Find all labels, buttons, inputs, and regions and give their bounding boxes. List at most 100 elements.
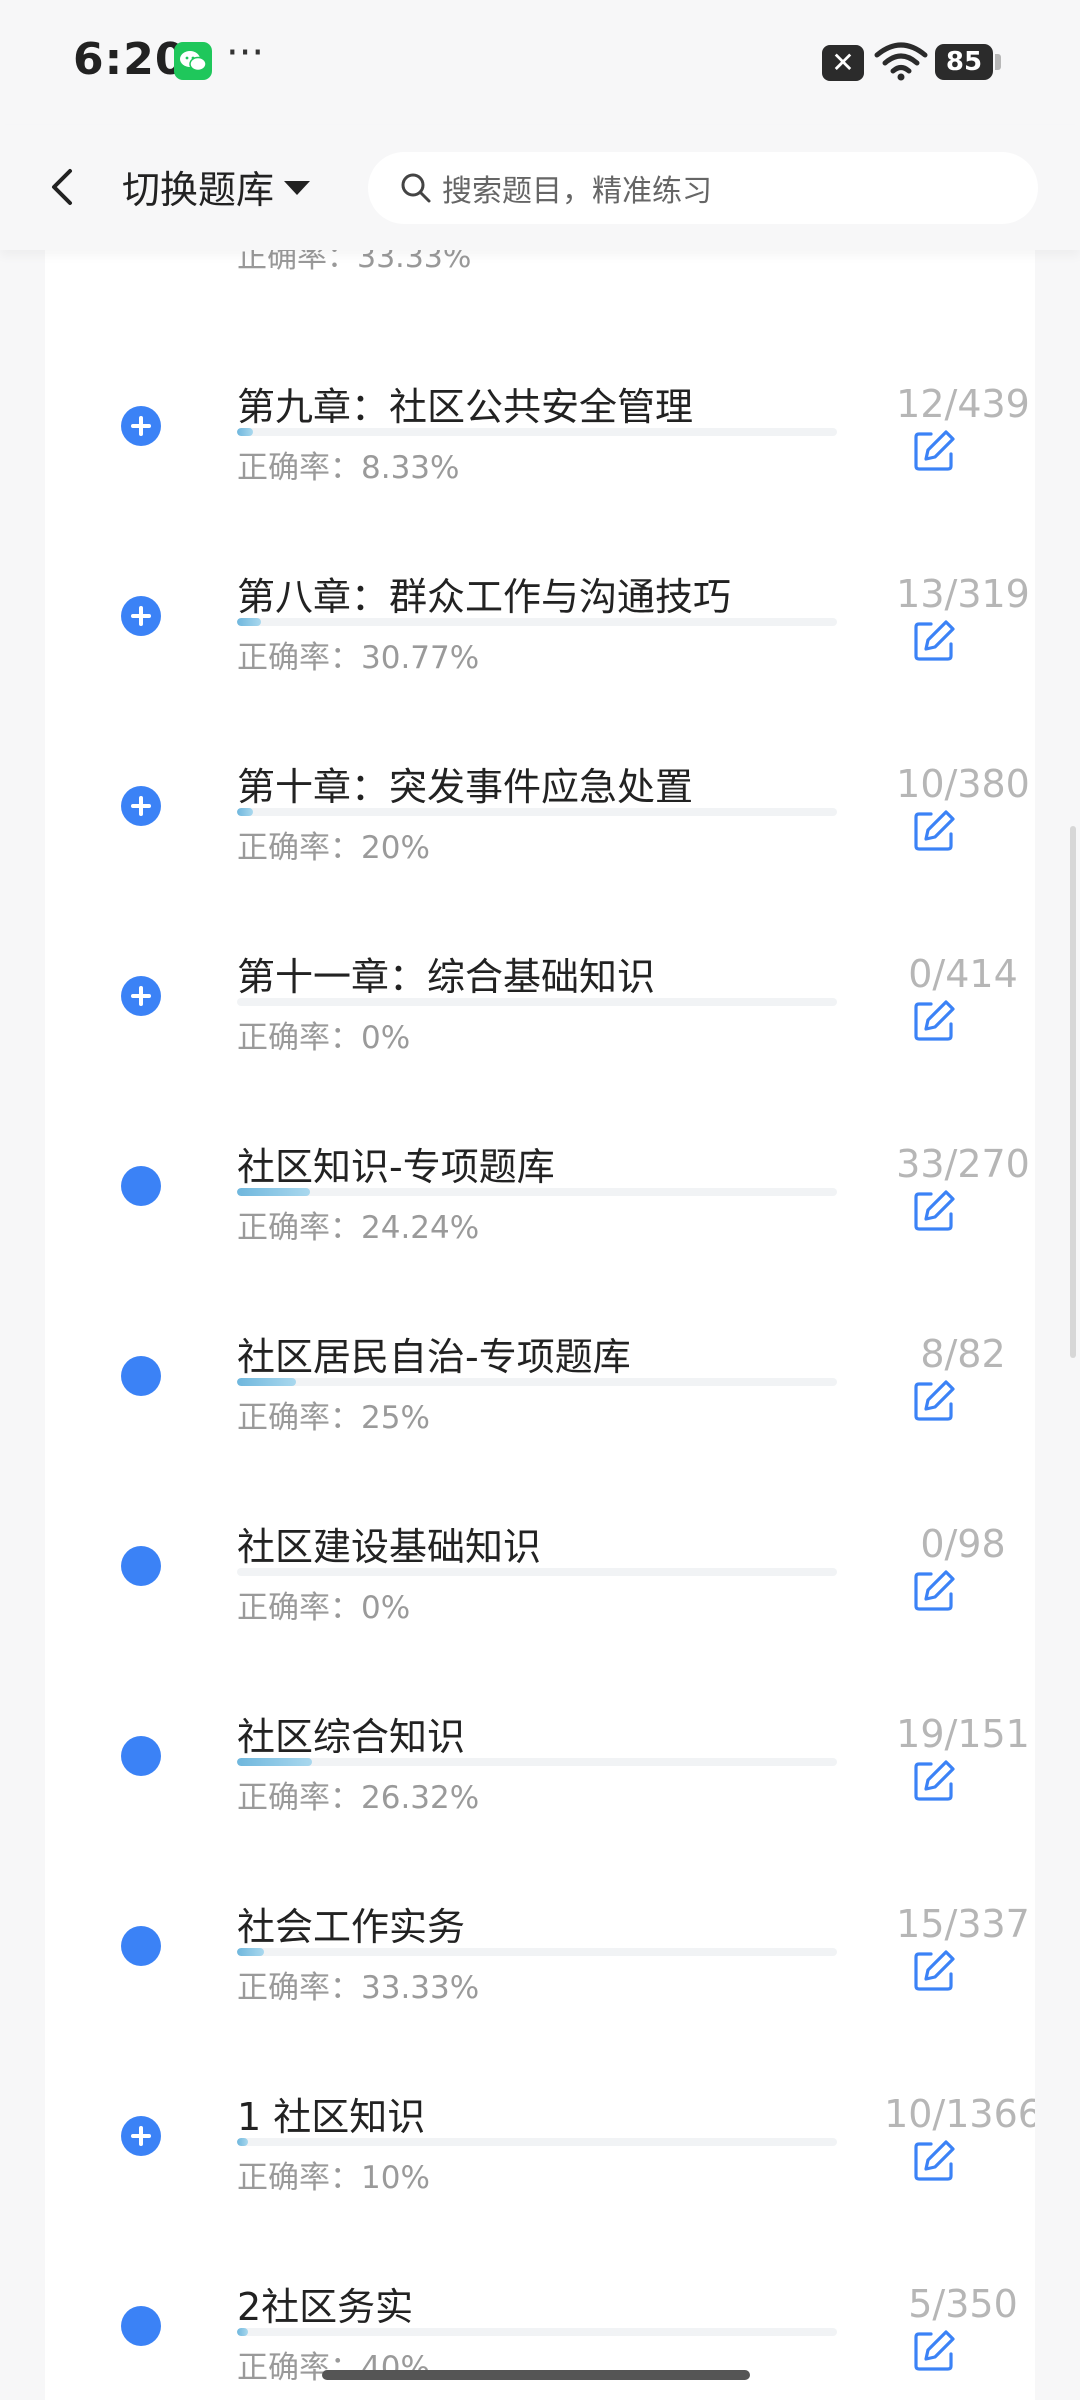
- switch-bank-label: 切换题库: [122, 167, 275, 212]
- progress-count: 10/1366: [884, 2092, 1035, 2136]
- progress-bar: [237, 618, 837, 626]
- accuracy-rate: 正确率：20%: [237, 830, 430, 866]
- progress-bar: [237, 1188, 837, 1196]
- list-item[interactable]: 第十章：突发事件应急处置正确率：20% 10/380: [45, 710, 1035, 900]
- item-title: 1 社区知识: [237, 2095, 426, 2139]
- battery-tip: [995, 54, 1001, 70]
- dot-icon: [121, 1356, 161, 1396]
- progress-bar: [237, 1568, 837, 1576]
- edit-icon[interactable]: [911, 998, 957, 1044]
- list-item[interactable]: 社区综合知识正确率：26.32% 19/151: [45, 1660, 1035, 1850]
- progress-count: 0/414: [908, 952, 1018, 996]
- expand-plus-icon[interactable]: [121, 786, 161, 826]
- search-input[interactable]: 搜索题目，精准练习: [368, 152, 1038, 224]
- item-title: 社会工作实务: [237, 1905, 466, 1949]
- progress-count: 15/337: [896, 1902, 1030, 1946]
- edit-icon[interactable]: [911, 618, 957, 664]
- progress-fill: [237, 428, 254, 436]
- accuracy-rate: 正确率：26.32%: [237, 1780, 480, 1816]
- edit-icon[interactable]: [911, 1758, 957, 1804]
- list-item[interactable]: 社区居民自治-专项题库正确率：25% 8/82: [45, 1280, 1035, 1470]
- back-button[interactable]: [40, 163, 88, 211]
- progress-fill: [237, 808, 253, 816]
- accuracy-rate: 正确率：10%: [237, 2160, 430, 2196]
- edit-icon[interactable]: [911, 428, 957, 474]
- status-time: 6:20: [73, 34, 187, 85]
- accuracy-rate: 正确率：40%: [237, 2350, 430, 2386]
- dot-icon: [121, 1546, 161, 1586]
- item-title: 社区建设基础知识: [237, 1525, 542, 1569]
- progress-fill: [237, 1948, 264, 1956]
- progress-bar: [237, 808, 837, 816]
- expand-plus-icon[interactable]: [121, 2116, 161, 2156]
- progress-count: 19/151: [896, 1712, 1030, 1756]
- edit-icon[interactable]: [911, 1188, 957, 1234]
- list-item[interactable]: 社会工作实务正确率：33.33% 15/337: [45, 1850, 1035, 2040]
- list-item[interactable]: 1 社区知识正确率：10% 10/1366: [45, 2040, 1035, 2230]
- item-title: 第十章：突发事件应急处置: [237, 765, 694, 809]
- progress-fill: [237, 618, 262, 626]
- edit-icon[interactable]: [911, 2138, 957, 2184]
- accuracy-rate: 正确率：25%: [237, 1400, 430, 1436]
- progress-count: 8/82: [920, 1332, 1006, 1376]
- progress-count: 12/439: [896, 382, 1030, 426]
- expand-plus-icon[interactable]: [121, 406, 161, 446]
- progress-fill: [237, 2328, 248, 2336]
- progress-bar: [237, 428, 837, 436]
- edit-icon[interactable]: [911, 1568, 957, 1614]
- top-nav: 切换题库 搜索题目，精准练习: [0, 125, 1080, 250]
- item-title: 社区居民自治-专项题库: [237, 1335, 631, 1379]
- item-title: 社区综合知识: [237, 1715, 466, 1759]
- edit-icon[interactable]: [911, 808, 957, 854]
- expand-plus-icon[interactable]: [121, 976, 161, 1016]
- accuracy-rate: 正确率：8.33%: [237, 450, 460, 486]
- progress-count: 0/98: [920, 1522, 1006, 1566]
- item-title: 2社区务实: [237, 2285, 414, 2329]
- item-title: 第八章：群众工作与沟通技巧: [237, 575, 732, 619]
- expand-plus-icon[interactable]: [121, 596, 161, 636]
- progress-bar: [237, 2328, 837, 2336]
- edit-icon[interactable]: [911, 2328, 957, 2374]
- list-item[interactable]: 第九章：社区公共安全管理 正确率：8.33% 12/439: [45, 330, 1035, 520]
- scrollbar[interactable]: [1070, 826, 1076, 1358]
- dot-icon: [121, 1926, 161, 1966]
- item-title: 社区知识-专项题库: [237, 1145, 555, 1189]
- notification-x-icon: ✕: [822, 45, 864, 81]
- switch-bank-button[interactable]: 切换题库: [122, 158, 311, 214]
- accuracy-rate: 正确率：30.77%: [237, 640, 480, 676]
- accuracy-rate: 正确率：33.33%: [237, 1970, 480, 2006]
- more-notifications-icon: ···: [226, 30, 265, 76]
- accuracy-rate: 正确率：0%: [237, 1590, 411, 1626]
- progress-fill: [237, 1188, 311, 1196]
- progress-count: 33/270: [896, 1142, 1030, 1186]
- edit-icon[interactable]: [911, 1948, 957, 1994]
- accuracy-rate: 正确率：24.24%: [237, 1210, 480, 1246]
- progress-bar: [237, 998, 837, 1006]
- chevron-left-icon: [52, 169, 72, 205]
- caret-down-icon: [284, 181, 311, 195]
- progress-count: 10/380: [896, 762, 1030, 806]
- list-item[interactable]: 第十一章：综合基础知识正确率：0% 0/414: [45, 900, 1035, 1090]
- home-indicator[interactable]: [322, 2370, 750, 2380]
- progress-bar: [237, 1378, 837, 1386]
- progress-count: 5/350: [908, 2282, 1018, 2326]
- progress-fill: [237, 1378, 296, 1386]
- wechat-notification-icon: [174, 42, 212, 80]
- battery-level: 85: [935, 44, 993, 80]
- progress-bar: [237, 1758, 837, 1766]
- progress-bar: [237, 2138, 837, 2146]
- progress-bar: [237, 1948, 837, 1956]
- list-item[interactable]: 第八章：群众工作与沟通技巧正确率：30.77% 13/319: [45, 520, 1035, 710]
- list-item[interactable]: 社区知识-专项题库正确率：24.24% 33/270: [45, 1090, 1035, 1280]
- dot-icon: [121, 1166, 161, 1206]
- item-title: 第十一章：综合基础知识: [237, 955, 656, 999]
- progress-fill: [237, 1758, 313, 1766]
- list-item[interactable]: 社区建设基础知识正确率：0% 0/98: [45, 1470, 1035, 1660]
- edit-icon[interactable]: [911, 1378, 957, 1424]
- dot-icon: [121, 2306, 161, 2346]
- accuracy-rate: 正确率：0%: [237, 1020, 411, 1056]
- wifi-icon: [874, 40, 928, 86]
- search-icon: [401, 173, 431, 203]
- progress-fill: [237, 2138, 248, 2146]
- progress-count: 13/319: [896, 572, 1030, 616]
